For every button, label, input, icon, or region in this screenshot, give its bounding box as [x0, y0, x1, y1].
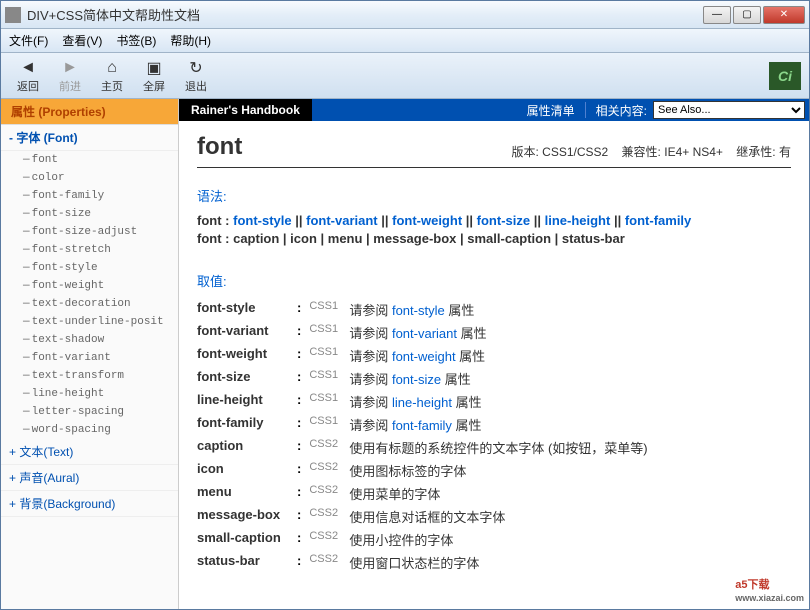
forward-icon: ►	[60, 58, 80, 78]
syntax-link-font-family[interactable]: font-family	[625, 213, 691, 228]
divider	[197, 167, 791, 168]
prop-link-font-weight[interactable]: font-weight	[392, 349, 456, 364]
sidebar-item-font-style[interactable]: font-style	[1, 259, 178, 277]
values-label: 取值:	[197, 271, 791, 290]
prop-link-font-variant[interactable]: font-variant	[392, 326, 457, 341]
sidebar-item-font-family[interactable]: font-family	[1, 187, 178, 205]
sidebar-item-text-decoration[interactable]: text-decoration	[1, 295, 178, 313]
table-row: message-box:CSS2使用信息对话框的文本字体	[197, 505, 656, 528]
sidebar-item-text-transform[interactable]: text-transform	[1, 367, 178, 385]
sidebar-item-letter-spacing[interactable]: letter-spacing	[1, 403, 178, 421]
sidebar-item-text-shadow[interactable]: text-shadow	[1, 331, 178, 349]
close-button[interactable]: ✕	[763, 6, 805, 24]
maximize-button[interactable]: ▢	[733, 6, 761, 24]
sidebar-item-font[interactable]: font	[1, 151, 178, 169]
forward-button[interactable]: ►前进	[51, 58, 89, 94]
exit-icon: ↻	[186, 58, 206, 78]
sidebar-item-word-spacing[interactable]: word-spacing	[1, 421, 178, 439]
fullscreen-button[interactable]: ▣全屏	[135, 58, 173, 94]
content-body[interactable]: font 版本: CSS1/CSS2 兼容性: IE4+ NS4+ 继承性: 有…	[179, 121, 809, 609]
menubar: 文件(F) 查看(V) 书签(B) 帮助(H)	[1, 29, 809, 53]
attr-list-link[interactable]: 属性清单	[521, 102, 581, 119]
home-icon: ⌂	[102, 58, 122, 78]
window-title: DIV+CSS简体中文帮助性文档	[27, 5, 703, 24]
minimize-button[interactable]: —	[703, 6, 731, 24]
sidebar-item-color[interactable]: color	[1, 169, 178, 187]
syntax-link-font-variant[interactable]: font-variant	[306, 213, 378, 228]
syntax-line-2: font : caption | icon | menu | message-b…	[197, 231, 791, 246]
menu-view[interactable]: 查看(V)	[62, 32, 102, 49]
table-row: status-bar:CSS2使用窗口状态栏的字体	[197, 551, 656, 574]
see-also-select[interactable]: See Also...	[653, 101, 805, 119]
sidebar-item-font-variant[interactable]: font-variant	[1, 349, 178, 367]
sidebar-section-aural[interactable]: + 声音(Aural)	[1, 465, 178, 491]
brand-badge: Ci	[769, 62, 801, 90]
table-row: menu:CSS2使用菜单的字体	[197, 482, 656, 505]
syntax-link-line-height[interactable]: line-height	[545, 213, 611, 228]
sidebar-section-background[interactable]: + 背景(Background)	[1, 491, 178, 517]
table-row: font-weight:CSS1请参阅 font-weight 属性	[197, 344, 656, 367]
content-bar: Rainer's Handbook 属性清单 相关内容: See Also...	[179, 99, 809, 121]
table-row: font-variant:CSS1请参阅 font-variant 属性	[197, 321, 656, 344]
table-row: icon:CSS2使用图标标签的字体	[197, 459, 656, 482]
app-icon	[5, 7, 21, 23]
page-title: font	[197, 133, 242, 161]
values-table: font-style:CSS1请参阅 font-style 属性font-var…	[197, 298, 656, 574]
table-row: font-size:CSS1请参阅 font-size 属性	[197, 367, 656, 390]
related-label: 相关内容:	[590, 102, 653, 119]
syntax-link-font-size[interactable]: font-size	[477, 213, 530, 228]
exit-button[interactable]: ↻退出	[177, 58, 215, 94]
prop-link-line-height[interactable]: line-height	[392, 395, 452, 410]
syntax-line-1: font : font-style || font-variant || fon…	[197, 213, 791, 228]
sidebar-item-font-size-adjust[interactable]: font-size-adjust	[1, 223, 178, 241]
menu-help[interactable]: 帮助(H)	[170, 32, 211, 49]
back-icon: ◄	[18, 58, 38, 78]
content: Rainer's Handbook 属性清单 相关内容: See Also...…	[179, 99, 809, 609]
sidebar[interactable]: 属性 (Properties) - 字体 (Font) fontcolorfon…	[1, 99, 179, 609]
sidebar-section-font[interactable]: - 字体 (Font)	[1, 125, 178, 151]
toolbar: ◄返回 ►前进 ⌂主页 ▣全屏 ↻退出 Ci	[1, 53, 809, 99]
titlebar: DIV+CSS简体中文帮助性文档 — ▢ ✕	[1, 1, 809, 29]
sidebar-item-text-underline-posit[interactable]: text-underline-posit	[1, 313, 178, 331]
table-row: line-height:CSS1请参阅 line-height 属性	[197, 390, 656, 413]
sidebar-item-line-height[interactable]: line-height	[1, 385, 178, 403]
syntax-link-font-style[interactable]: font-style	[233, 213, 292, 228]
table-row: font-style:CSS1请参阅 font-style 属性	[197, 298, 656, 321]
watermark: a5下载www.xiazai.com	[735, 576, 804, 604]
prop-link-font-size[interactable]: font-size	[392, 372, 441, 387]
prop-link-font-style[interactable]: font-style	[392, 303, 445, 318]
sidebar-section-text[interactable]: + 文本(Text)	[1, 439, 178, 465]
sidebar-item-font-stretch[interactable]: font-stretch	[1, 241, 178, 259]
table-row: caption:CSS2使用有标题的系统控件的文本字体 (如按钮，菜单等)	[197, 436, 656, 459]
home-button[interactable]: ⌂主页	[93, 58, 131, 94]
syntax-link-font-weight[interactable]: font-weight	[392, 213, 462, 228]
syntax-label: 语法:	[197, 186, 791, 205]
back-button[interactable]: ◄返回	[9, 58, 47, 94]
sidebar-head-properties[interactable]: 属性 (Properties)	[1, 99, 178, 125]
window-buttons: — ▢ ✕	[703, 6, 805, 24]
fullscreen-icon: ▣	[144, 58, 164, 78]
table-row: small-caption:CSS2使用小控件的字体	[197, 528, 656, 551]
main-area: 属性 (Properties) - 字体 (Font) fontcolorfon…	[1, 99, 809, 609]
sidebar-item-font-size[interactable]: font-size	[1, 205, 178, 223]
prop-link-font-family[interactable]: font-family	[392, 418, 452, 433]
sidebar-item-font-weight[interactable]: font-weight	[1, 277, 178, 295]
table-row: font-family:CSS1请参阅 font-family 属性	[197, 413, 656, 436]
app-window: DIV+CSS简体中文帮助性文档 — ▢ ✕ 文件(F) 查看(V) 书签(B)…	[0, 0, 810, 610]
brand-label: Rainer's Handbook	[179, 99, 312, 121]
page-meta: 版本: CSS1/CSS2 兼容性: IE4+ NS4+ 继承性: 有	[501, 143, 791, 160]
menu-file[interactable]: 文件(F)	[9, 32, 48, 49]
menu-bookmark[interactable]: 书签(B)	[116, 32, 156, 49]
